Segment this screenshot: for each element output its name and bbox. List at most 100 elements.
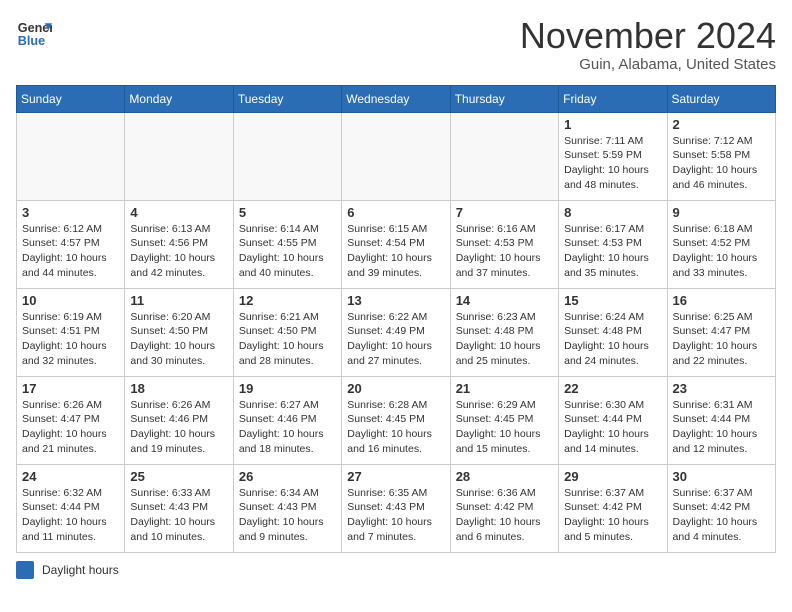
day-info: Sunrise: 6:26 AM Sunset: 4:46 PM Dayligh… — [130, 398, 227, 457]
day-number: 22 — [564, 381, 661, 396]
weekday-header-friday: Friday — [559, 85, 667, 112]
day-number: 4 — [130, 205, 227, 220]
month-title: November 2024 — [520, 16, 776, 56]
calendar-cell: 12Sunrise: 6:21 AM Sunset: 4:50 PM Dayli… — [233, 288, 341, 376]
day-number: 19 — [239, 381, 336, 396]
calendar-week-5: 24 Sunrise: 6:32 AM Sunset: 4:44 PM Dayli… — [17, 464, 776, 552]
day-number: 27 — [347, 469, 444, 484]
calendar-cell — [342, 112, 450, 200]
day-number: 8 — [564, 205, 661, 220]
weekday-header-tuesday: Tuesday — [233, 85, 341, 112]
day-number: 26 — [239, 469, 336, 484]
calendar-week-2: 3 Sunrise: 6:12 AM Sunset: 4:57 PM Daylig… — [17, 200, 776, 288]
day-number: 12 — [239, 293, 336, 308]
calendar-cell: 27 Sunrise: 6:35 AM Sunset: 4:43 PM Dayli… — [342, 464, 450, 552]
weekday-header-monday: Monday — [125, 85, 233, 112]
calendar-cell: 2Sunrise: 7:12 AM Sunset: 5:58 PM Daylig… — [667, 112, 775, 200]
calendar-cell: 15 Sunrise: 6:24 AM Sunset: 4:48 PM Dayli… — [559, 288, 667, 376]
calendar-cell: 29Sunrise: 6:37 AM Sunset: 4:42 PM Dayli… — [559, 464, 667, 552]
calendar-cell: 24 Sunrise: 6:32 AM Sunset: 4:44 PM Dayli… — [17, 464, 125, 552]
calendar-cell: 16 Sunrise: 6:25 AM Sunset: 4:47 PM Dayli… — [667, 288, 775, 376]
calendar-cell: 21Sunrise: 6:29 AM Sunset: 4:45 PM Dayli… — [450, 376, 558, 464]
weekday-header-saturday: Saturday — [667, 85, 775, 112]
day-number: 15 — [564, 293, 661, 308]
calendar-cell: 22 Sunrise: 6:30 AM Sunset: 4:44 PM Dayli… — [559, 376, 667, 464]
day-info: Sunrise: 6:24 AM Sunset: 4:48 PM Dayligh… — [564, 310, 661, 369]
day-info: Sunrise: 6:28 AM Sunset: 4:45 PM Dayligh… — [347, 398, 444, 457]
calendar-cell — [17, 112, 125, 200]
calendar-cell: 28Sunrise: 6:36 AM Sunset: 4:42 PM Dayli… — [450, 464, 558, 552]
weekday-header-sunday: Sunday — [17, 85, 125, 112]
day-info: Sunrise: 6:15 AM Sunset: 4:54 PM Dayligh… — [347, 222, 444, 281]
calendar-cell: 1Sunrise: 7:11 AM Sunset: 5:59 PM Daylig… — [559, 112, 667, 200]
day-info: Sunrise: 6:31 AM Sunset: 4:44 PM Dayligh… — [673, 398, 770, 457]
calendar-week-4: 17 Sunrise: 6:26 AM Sunset: 4:47 PM Dayli… — [17, 376, 776, 464]
calendar-cell: 4 Sunrise: 6:13 AM Sunset: 4:56 PM Daylig… — [125, 200, 233, 288]
day-info: Sunrise: 6:16 AM Sunset: 4:53 PM Dayligh… — [456, 222, 553, 281]
day-info: Sunrise: 6:12 AM Sunset: 4:57 PM Dayligh… — [22, 222, 119, 281]
day-number: 6 — [347, 205, 444, 220]
calendar-cell — [233, 112, 341, 200]
calendar-cell: 9Sunrise: 6:18 AM Sunset: 4:52 PM Daylig… — [667, 200, 775, 288]
day-number: 1 — [564, 117, 661, 132]
calendar-cell: 6 Sunrise: 6:15 AM Sunset: 4:54 PM Daylig… — [342, 200, 450, 288]
calendar-cell: 13 Sunrise: 6:22 AM Sunset: 4:49 PM Dayli… — [342, 288, 450, 376]
day-number: 11 — [130, 293, 227, 308]
day-number: 13 — [347, 293, 444, 308]
day-info: Sunrise: 6:18 AM Sunset: 4:52 PM Dayligh… — [673, 222, 770, 281]
day-info: Sunrise: 6:17 AM Sunset: 4:53 PM Dayligh… — [564, 222, 661, 281]
day-info: Sunrise: 6:19 AM Sunset: 4:51 PM Dayligh… — [22, 310, 119, 369]
day-info: Sunrise: 6:14 AM Sunset: 4:55 PM Dayligh… — [239, 222, 336, 281]
day-info: Sunrise: 6:23 AM Sunset: 4:48 PM Dayligh… — [456, 310, 553, 369]
day-info: Sunrise: 6:26 AM Sunset: 4:47 PM Dayligh… — [22, 398, 119, 457]
day-info: Sunrise: 6:35 AM Sunset: 4:43 PM Dayligh… — [347, 486, 444, 545]
calendar-cell: 3 Sunrise: 6:12 AM Sunset: 4:57 PM Daylig… — [17, 200, 125, 288]
location: Guin, Alabama, United States — [520, 56, 776, 73]
day-info: Sunrise: 6:30 AM Sunset: 4:44 PM Dayligh… — [564, 398, 661, 457]
calendar-cell: 19 Sunrise: 6:27 AM Sunset: 4:46 PM Dayli… — [233, 376, 341, 464]
day-info: Sunrise: 6:27 AM Sunset: 4:46 PM Dayligh… — [239, 398, 336, 457]
calendar-cell: 30 Sunrise: 6:37 AM Sunset: 4:42 PM Dayli… — [667, 464, 775, 552]
calendar-cell: 26Sunrise: 6:34 AM Sunset: 4:43 PM Dayli… — [233, 464, 341, 552]
day-info: Sunrise: 6:22 AM Sunset: 4:49 PM Dayligh… — [347, 310, 444, 369]
calendar-cell: 23Sunrise: 6:31 AM Sunset: 4:44 PM Dayli… — [667, 376, 775, 464]
calendar-cell: 18 Sunrise: 6:26 AM Sunset: 4:46 PM Dayli… — [125, 376, 233, 464]
day-info: Sunrise: 6:13 AM Sunset: 4:56 PM Dayligh… — [130, 222, 227, 281]
calendar-cell: 5Sunrise: 6:14 AM Sunset: 4:55 PM Daylig… — [233, 200, 341, 288]
day-number: 7 — [456, 205, 553, 220]
calendar-header: SundayMondayTuesdayWednesdayThursdayFrid… — [17, 85, 776, 112]
weekday-header-row: SundayMondayTuesdayWednesdayThursdayFrid… — [17, 85, 776, 112]
day-info: Sunrise: 6:37 AM Sunset: 4:42 PM Dayligh… — [564, 486, 661, 545]
day-number: 20 — [347, 381, 444, 396]
logo-icon: General Blue — [16, 16, 52, 52]
weekday-header-wednesday: Wednesday — [342, 85, 450, 112]
calendar-cell: 10 Sunrise: 6:19 AM Sunset: 4:51 PM Dayli… — [17, 288, 125, 376]
day-number: 18 — [130, 381, 227, 396]
calendar-cell: 14 Sunrise: 6:23 AM Sunset: 4:48 PM Dayli… — [450, 288, 558, 376]
day-number: 10 — [22, 293, 119, 308]
calendar-cell: 17 Sunrise: 6:26 AM Sunset: 4:47 PM Dayli… — [17, 376, 125, 464]
weekday-header-thursday: Thursday — [450, 85, 558, 112]
day-info: Sunrise: 6:20 AM Sunset: 4:50 PM Dayligh… — [130, 310, 227, 369]
calendar-cell: 25Sunrise: 6:33 AM Sunset: 4:43 PM Dayli… — [125, 464, 233, 552]
day-number: 30 — [673, 469, 770, 484]
calendar-cell: 20 Sunrise: 6:28 AM Sunset: 4:45 PM Dayli… — [342, 376, 450, 464]
day-info: Sunrise: 6:36 AM Sunset: 4:42 PM Dayligh… — [456, 486, 553, 545]
legend-color-box — [16, 561, 34, 579]
day-info: Sunrise: 6:32 AM Sunset: 4:44 PM Dayligh… — [22, 486, 119, 545]
day-number: 16 — [673, 293, 770, 308]
calendar-week-3: 10 Sunrise: 6:19 AM Sunset: 4:51 PM Dayli… — [17, 288, 776, 376]
calendar-body: 1Sunrise: 7:11 AM Sunset: 5:59 PM Daylig… — [17, 112, 776, 552]
footer: Daylight hours — [16, 561, 776, 579]
day-info: Sunrise: 6:37 AM Sunset: 4:42 PM Dayligh… — [673, 486, 770, 545]
day-number: 17 — [22, 381, 119, 396]
day-info: Sunrise: 6:25 AM Sunset: 4:47 PM Dayligh… — [673, 310, 770, 369]
legend-label: Daylight hours — [42, 563, 119, 577]
day-number: 24 — [22, 469, 119, 484]
calendar-cell — [125, 112, 233, 200]
calendar-cell: 7 Sunrise: 6:16 AM Sunset: 4:53 PM Daylig… — [450, 200, 558, 288]
calendar-cell: 11 Sunrise: 6:20 AM Sunset: 4:50 PM Dayli… — [125, 288, 233, 376]
day-number: 3 — [22, 205, 119, 220]
day-number: 14 — [456, 293, 553, 308]
calendar-cell: 8 Sunrise: 6:17 AM Sunset: 4:53 PM Daylig… — [559, 200, 667, 288]
